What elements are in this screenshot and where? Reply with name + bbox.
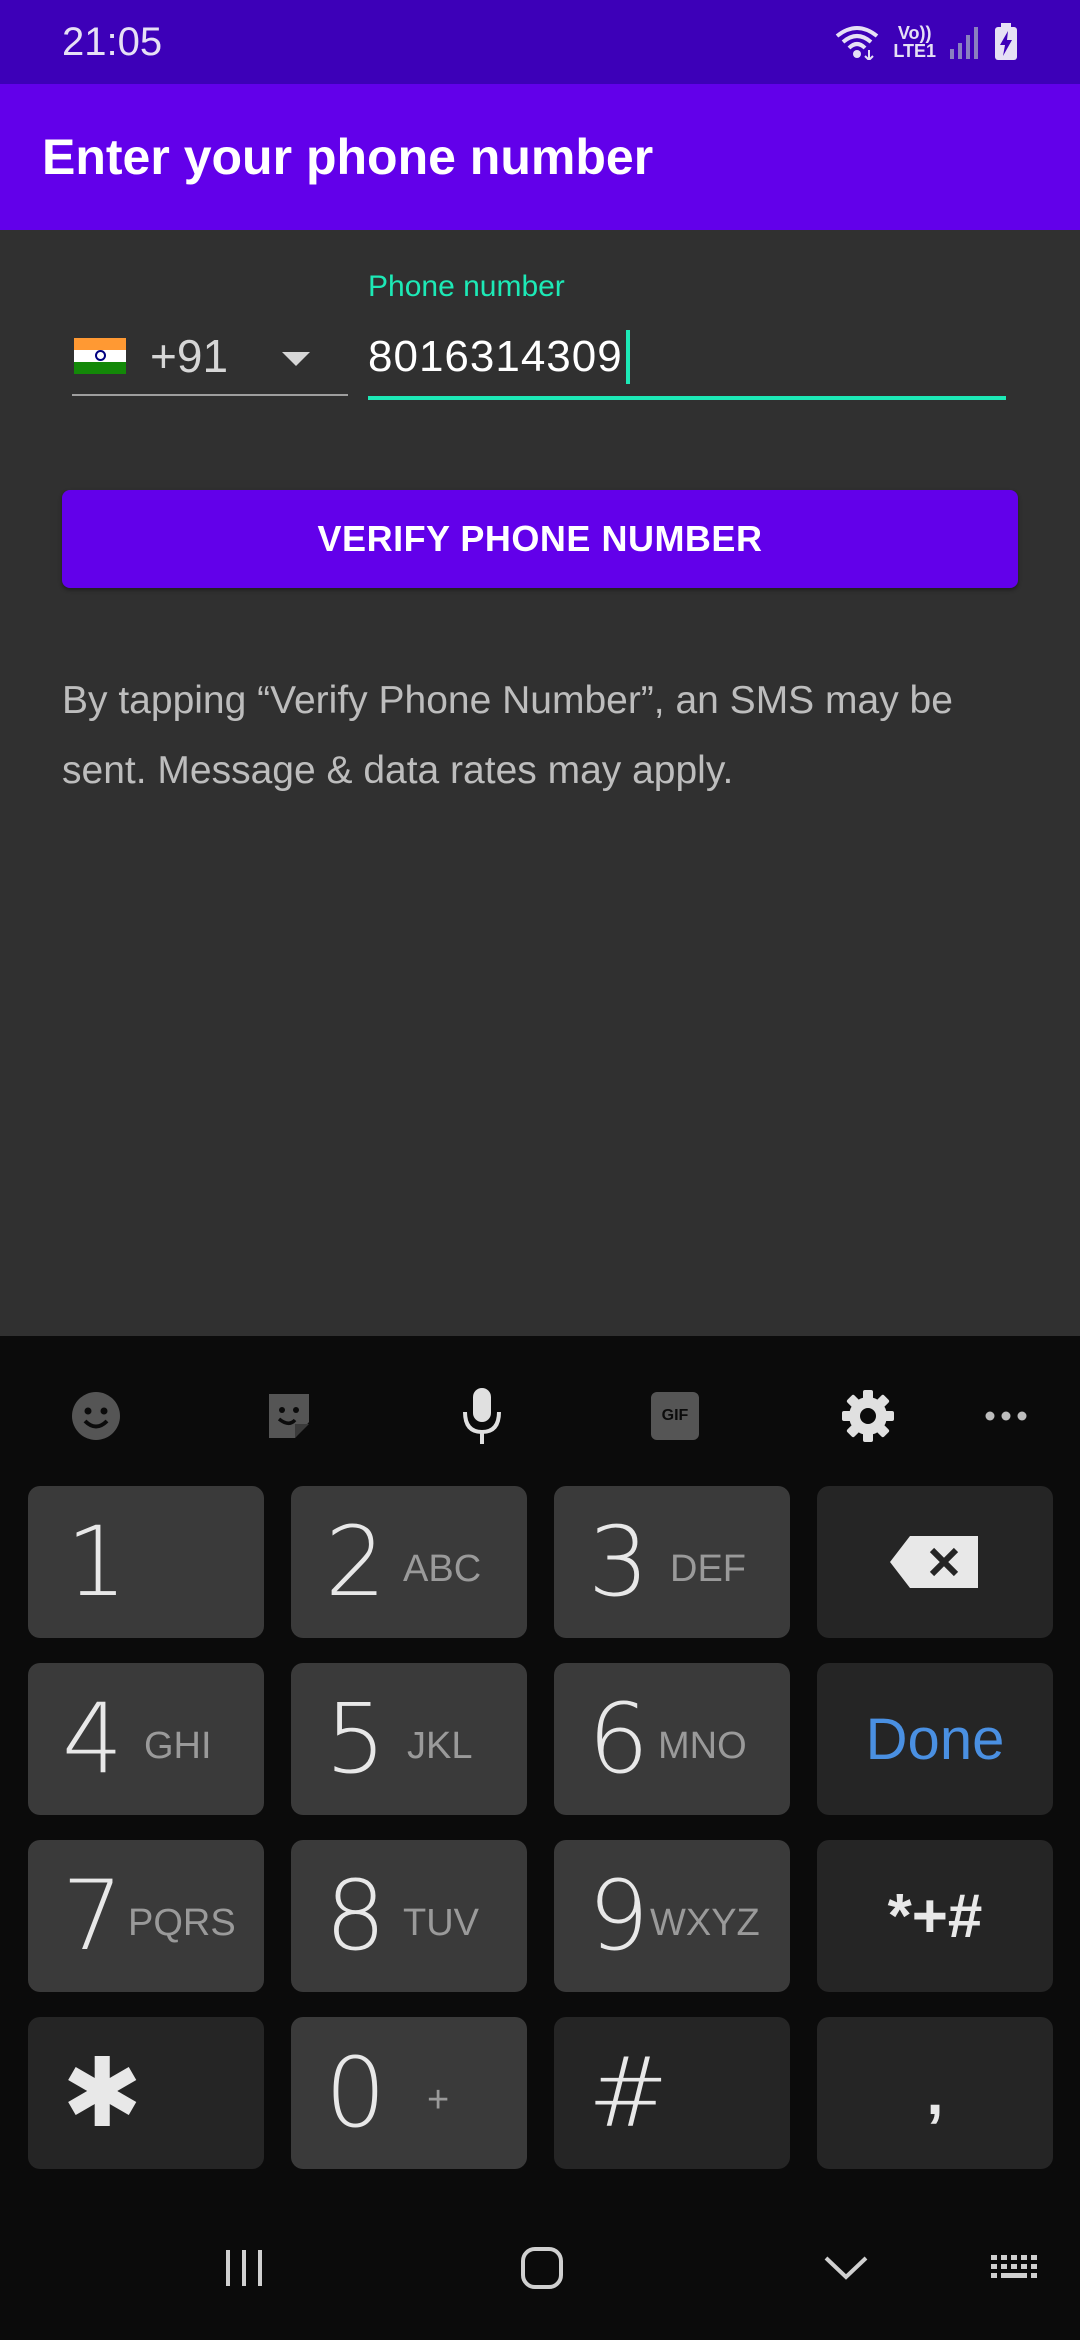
key-5[interactable]: 5 JKL [291, 1663, 527, 1815]
network-type-label: Vo)) LTE1 [893, 24, 936, 60]
signal-icon [950, 25, 980, 59]
key-letters: JKL [407, 1725, 473, 1767]
phone-number-label: Phone number [368, 270, 565, 303]
key-digit: 9 [588, 1860, 650, 1972]
comma-key[interactable]: , [817, 2017, 1053, 2169]
verify-phone-number-button[interactable]: VERIFY PHONE NUMBER [62, 490, 1018, 588]
key-digit: 7 [62, 1860, 124, 1972]
text-cursor [625, 330, 630, 384]
more-options-icon[interactable] [976, 1386, 1036, 1446]
home-icon[interactable] [512, 2238, 572, 2298]
keyboard-switch-icon[interactable] [984, 2238, 1044, 2298]
key-letters: TUV [403, 1902, 479, 1944]
key-digit: 6 [588, 1683, 650, 1795]
keyboard-toolbar: GIF [0, 1336, 1080, 1486]
back-icon[interactable] [816, 2238, 876, 2298]
key-6[interactable]: 6 MNO [554, 1663, 790, 1815]
country-code-dropdown[interactable]: +91 [72, 318, 348, 396]
key-hash[interactable]: # [554, 2017, 790, 2169]
key-digit: 5 [325, 1683, 387, 1795]
status-bar: 21:05 Vo)) LTE1 [0, 0, 1080, 84]
battery-charging-icon [994, 23, 1018, 61]
done-button[interactable]: Done [817, 1663, 1053, 1815]
key-9[interactable]: 9 WXYZ [554, 1840, 790, 1992]
key-digit: 3 [588, 1506, 650, 1618]
key-7[interactable]: 7 PQRS [28, 1840, 264, 1992]
gif-label: GIF [651, 1392, 699, 1440]
key-letters: PQRS [128, 1902, 236, 1944]
key-2[interactable]: 2 ABC [291, 1486, 527, 1638]
india-flag-icon [74, 338, 126, 374]
verify-button-label: VERIFY PHONE NUMBER [317, 518, 763, 559]
key-digit: 4 [62, 1683, 124, 1795]
comma-label: , [926, 2058, 944, 2128]
page-title: Enter your phone number [42, 129, 654, 185]
phone-number-input[interactable]: 8016314309 [368, 318, 1006, 400]
key-8[interactable]: 8 TUV [291, 1840, 527, 1992]
key-0[interactable]: 0 + [291, 2017, 527, 2169]
sms-disclaimer: By tapping “Verify Phone Number”, an SMS… [62, 679, 953, 792]
key-star[interactable]: ✱ [28, 2017, 264, 2169]
symbols-key[interactable]: *+# [817, 1840, 1053, 1992]
key-digit: 1 [66, 1506, 128, 1618]
wifi-icon [835, 24, 879, 60]
phone-number-value: 8016314309 [368, 332, 623, 381]
key-letters: DEF [670, 1548, 746, 1590]
key-letters: WXYZ [650, 1902, 760, 1944]
emoji-icon[interactable] [66, 1386, 126, 1446]
key-letters: GHI [144, 1725, 212, 1767]
recent-apps-icon[interactable] [214, 2238, 274, 2298]
gif-icon[interactable]: GIF [645, 1386, 705, 1446]
key-digit: 0 [325, 2037, 387, 2149]
key-letters: ABC [403, 1548, 482, 1590]
key-digit: ✱ [62, 2037, 143, 2149]
key-digit: 2 [325, 1506, 387, 1618]
key-digit: 8 [325, 1860, 387, 1972]
app-bar: Enter your phone number [0, 84, 1080, 230]
key-4[interactable]: 4 GHI [28, 1663, 264, 1815]
chevron-down-icon [282, 352, 310, 366]
key-digit: # [588, 2037, 669, 2149]
navigation-bar [0, 2198, 1080, 2340]
country-code: +91 [150, 330, 229, 382]
status-time: 21:05 [62, 19, 163, 64]
symbols-label: *+# [887, 1881, 983, 1951]
key-letters: + [427, 2079, 450, 2121]
phone-form: +91 Phone number 8016314309 VERIFY PHONE… [0, 230, 1080, 1336]
done-label: Done [865, 1706, 1005, 1772]
settings-gear-icon[interactable] [838, 1386, 898, 1446]
backspace-key[interactable] [817, 1486, 1053, 1638]
status-icons: Vo)) LTE1 [835, 23, 1018, 61]
volte-label: Vo)) [897, 23, 932, 43]
sticker-icon[interactable] [259, 1386, 319, 1446]
lte-label: LTE1 [893, 41, 936, 61]
key-3[interactable]: 3 DEF [554, 1486, 790, 1638]
key-letters: MNO [658, 1725, 747, 1767]
numeric-keyboard: GIF 1 2 ABC 3 DEF 4 GHI 5 JKL 6 MNO Done… [0, 1336, 1080, 2198]
microphone-icon[interactable] [452, 1386, 512, 1446]
key-1[interactable]: 1 [28, 1486, 264, 1638]
backspace-icon [817, 1486, 1053, 1638]
